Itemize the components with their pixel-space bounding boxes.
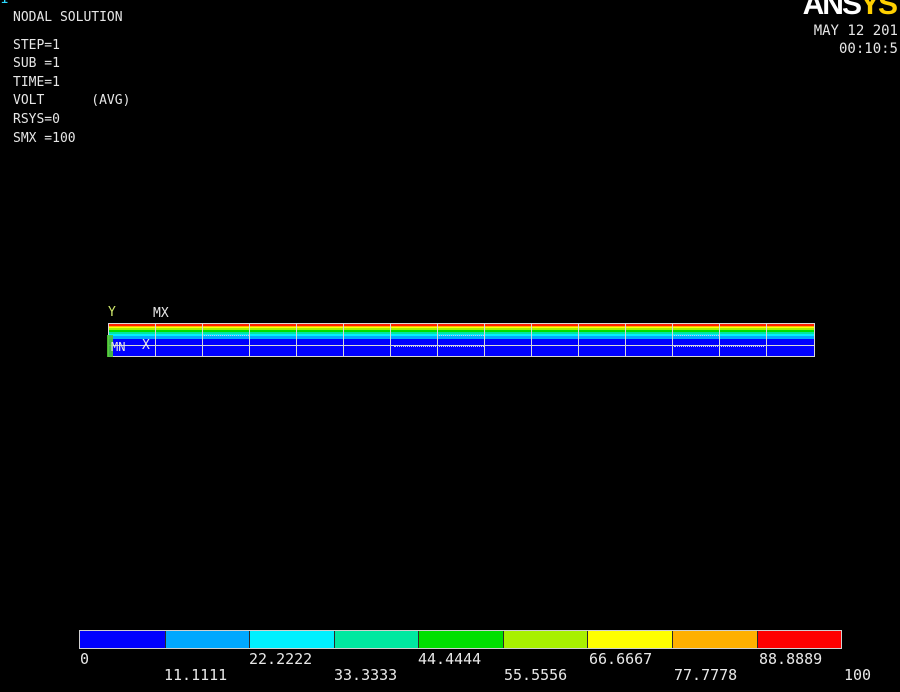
mesh-line-v [437, 324, 438, 356]
legend-swatch [80, 631, 165, 648]
mesh-line-v [296, 324, 297, 356]
legend-tick: 33.3333 [334, 666, 398, 684]
mesh-line-v [672, 324, 673, 356]
legend-tick: 0 [80, 650, 90, 668]
band-min [109, 339, 814, 356]
mesh-line-v [390, 324, 391, 356]
x-axis-label: X [142, 338, 150, 353]
legend-swatch [756, 631, 842, 648]
rsys-label: RSYS=0 [13, 112, 60, 127]
legend-tick: 77.7778 [674, 666, 738, 684]
result-item-label: VOLT (AVG) [13, 93, 131, 108]
time-label: TIME=1 [13, 75, 60, 90]
mesh-line-v [719, 324, 720, 356]
mesh-dotted [204, 335, 249, 336]
y-axis-label: Y [108, 305, 116, 320]
ansys-logo: ANSYS [802, 0, 898, 21]
legend-swatch [249, 631, 334, 648]
legend-swatch [333, 631, 419, 648]
contour-legend [79, 630, 842, 649]
window-number: 1 [0, 0, 8, 7]
time-of-day-label: 00:10:5 [838, 41, 898, 57]
mesh-line-v [343, 324, 344, 356]
mesh-line-v [578, 324, 579, 356]
legend-tick: 11.1111 [164, 666, 228, 684]
mesh-line-v [484, 324, 485, 356]
mn-label: MN [111, 340, 126, 354]
legend-swatch [164, 631, 250, 648]
legend-tick: 22.2222 [249, 650, 313, 668]
mesh-line-v [625, 324, 626, 356]
mesh-line-v [249, 324, 250, 356]
date-label: MAY 12 201 [813, 23, 898, 39]
legend-tick: 88.8889 [759, 650, 823, 668]
legend-swatch [671, 631, 757, 648]
timestamp: MAY 12 201 00:10:5 [814, 22, 898, 58]
legend-swatch [418, 631, 503, 648]
mx-label: MX [153, 306, 169, 321]
mesh-dotted [674, 335, 719, 336]
step-label: STEP=1 [13, 38, 60, 53]
mesh-line-v [766, 324, 767, 356]
mesh-line-v [531, 324, 532, 356]
legend-swatch [502, 631, 588, 648]
legend-tick: 55.5556 [504, 666, 568, 684]
substep-label: SUB =1 [13, 56, 60, 71]
smx-label: SMX =100 [13, 131, 76, 146]
mesh-dotted [394, 346, 484, 347]
legend-swatch [587, 631, 672, 648]
contour-model [108, 323, 815, 357]
mesh-line-v [155, 324, 156, 356]
plot-title: NODAL SOLUTION [13, 10, 123, 25]
legend-tick: 44.4444 [418, 650, 482, 668]
mesh-line-v [202, 324, 203, 356]
legend-tick: 66.6667 [589, 650, 653, 668]
legend-tick: 100 [844, 666, 872, 684]
mesh-dotted [439, 335, 484, 336]
